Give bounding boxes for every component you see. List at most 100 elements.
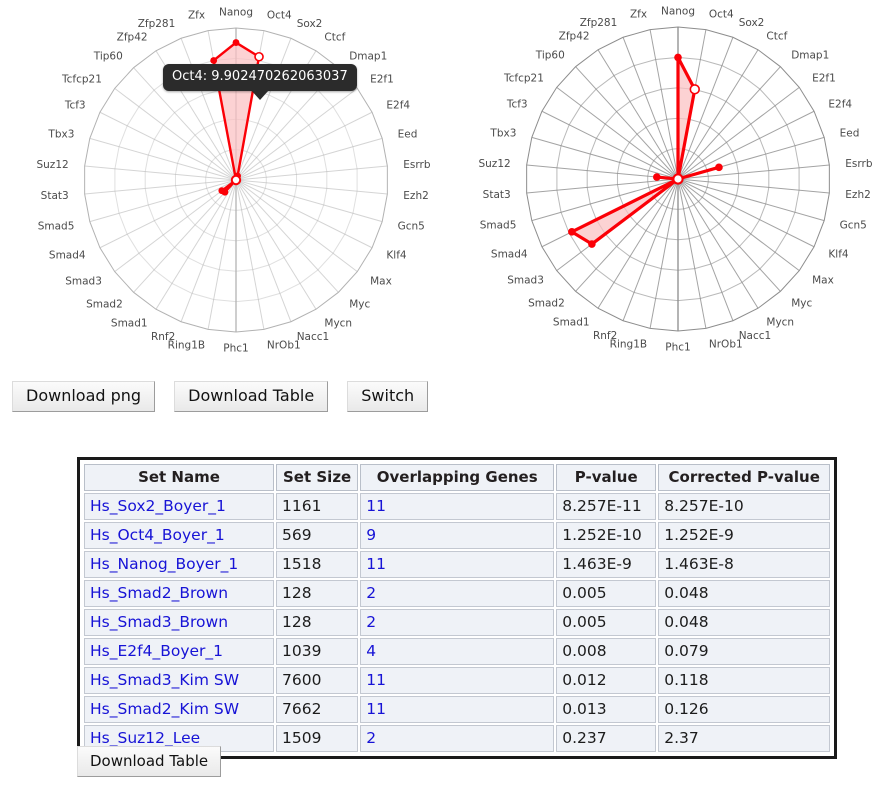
radar-data-point[interactable]: [674, 53, 682, 62]
radar-axis-label: Mycn: [766, 316, 794, 328]
radar-axis-label: Eed: [398, 129, 418, 141]
radar-data-point[interactable]: [568, 228, 576, 236]
radar-axis-label: Nanog: [661, 6, 695, 18]
column-header-set-size: Set Size: [276, 464, 359, 491]
cell-corrected-p-value: 0.118: [658, 667, 831, 694]
radar-axis-label: Max: [812, 275, 834, 287]
table-button-row: Download Table: [77, 746, 235, 777]
cell-p-value: 8.257E-11: [556, 493, 657, 520]
cell-overlapping-genes[interactable]: 11: [360, 493, 555, 520]
cell-set-size: 7662: [276, 696, 359, 723]
cell-p-value: 0.005: [556, 609, 657, 636]
cell-set-name[interactable]: Hs_Smad3_Brown: [84, 609, 274, 636]
radar-axis-label: Stat3: [483, 189, 511, 201]
radar-axis-label: Rnf2: [151, 331, 175, 343]
cell-set-size: 128: [276, 580, 359, 607]
radar-axis-label: Zfp281: [580, 17, 618, 29]
radar-chart-left[interactable]: Nanog Oct4 Sox2 Ctcf Dmap1 E2f1 E2f4 Eed Esrrb Ez…: [0, 0, 447, 372]
cell-p-value: 0.012: [556, 667, 657, 694]
download-table-button-bottom[interactable]: Download Table: [77, 746, 222, 777]
cell-set-name[interactable]: Hs_Smad2_Kim SW: [84, 696, 274, 723]
radar-axis-label: Esrrb: [845, 158, 873, 170]
table-row: Hs_Sox2_Boyer_1 1161 11 8.257E-11 8.257E-10: [84, 493, 831, 520]
cell-corrected-p-value: 0.048: [658, 609, 831, 636]
cell-set-name[interactable]: Hs_Sox2_Boyer_1: [84, 493, 274, 520]
cell-p-value: 1.252E-10: [556, 522, 657, 549]
cell-set-name[interactable]: Hs_Smad2_Brown: [84, 580, 274, 607]
radar-axis-label: E2f1: [812, 72, 836, 84]
radar-right-canvas[interactable]: Nanog Oct4 Sox2Ctcf Dmap1 E2f1 E2f4 Eed Esrrb Ez…: [447, 0, 894, 372]
radar-axis-label: Zfp281: [138, 18, 176, 30]
charts-row: Nanog Oct4 Sox2 Ctcf Dmap1 E2f1 E2f4 Eed Esrrb Ez…: [0, 0, 894, 372]
radar-axis-label: Smad2: [528, 298, 565, 310]
cell-overlapping-genes[interactable]: 11: [360, 696, 555, 723]
radar-axis-label: Ctcf: [324, 32, 345, 44]
cell-corrected-p-value: 1.252E-9: [658, 522, 831, 549]
cell-corrected-p-value: 2.37: [658, 725, 831, 752]
cell-overlapping-genes[interactable]: 2: [360, 609, 555, 636]
results-table: Set Name Set Size Overlapping Genes P-va…: [82, 462, 833, 754]
cell-overlapping-genes[interactable]: 11: [360, 551, 555, 578]
radar-axis-label: Smad4: [491, 248, 528, 260]
radar-axis-label: Klf4: [828, 248, 848, 260]
radar-axis-label: NrOb1: [709, 339, 743, 351]
radar-axis-label: Smad3: [65, 276, 102, 288]
radar-highlighted-point[interactable]: [689, 84, 700, 95]
radar-axis-label: Klf4: [386, 249, 406, 261]
radar-axis-label: Suz12: [478, 158, 510, 170]
radar-data-point[interactable]: [210, 57, 218, 64]
cell-overlapping-genes[interactable]: 11: [360, 667, 555, 694]
radar-axis-label: Myc: [791, 298, 812, 310]
cell-p-value: 0.005: [556, 580, 657, 607]
cell-p-value: 0.013: [556, 696, 657, 723]
cell-set-name[interactable]: Hs_E2f4_Boyer_1: [84, 638, 274, 665]
download-table-button-top[interactable]: Download Table: [174, 381, 329, 412]
cell-corrected-p-value: 8.257E-10: [658, 493, 831, 520]
cell-set-size: 7600: [276, 667, 359, 694]
cell-overlapping-genes[interactable]: 2: [360, 725, 555, 752]
radar-axis-label: Gcn5: [840, 220, 867, 232]
cell-set-name[interactable]: Hs_Oct4_Boyer_1: [84, 522, 274, 549]
cell-overlapping-genes[interactable]: 2: [360, 580, 555, 607]
radar-data-point[interactable]: [715, 163, 723, 172]
radar-axis-label: Tcfcp21: [61, 73, 102, 85]
chart-button-row: Download png Download Table Switch: [12, 381, 442, 412]
radar-data-point[interactable]: [588, 240, 596, 248]
radar-axis-label: Mycn: [324, 317, 352, 329]
download-png-button[interactable]: Download png: [12, 381, 156, 412]
radar-highlighted-point[interactable]: [254, 51, 264, 62]
radar-axis-label: E2f4: [828, 99, 852, 111]
radar-axis-label: Sox2: [739, 17, 765, 29]
radar-axis-label: Sox2: [297, 18, 323, 30]
table-row: Hs_Oct4_Boyer_1 569 9 1.252E-10 1.252E-9: [84, 522, 831, 549]
radar-data-point[interactable]: [653, 173, 661, 181]
table-row: Hs_Smad2_Brown 128 2 0.005 0.048: [84, 580, 831, 607]
radar-axis-label: Eed: [840, 128, 860, 140]
radar-axis-label: Smad5: [480, 220, 517, 232]
cell-set-name[interactable]: Hs_Nanog_Boyer_1: [84, 551, 274, 578]
radar-chart-right[interactable]: Nanog Oct4 Sox2 Ctcf Dmap1 E2f1 E2f4 Eed Esrrb Ez…: [447, 0, 894, 372]
column-header-corrected-p-value: Corrected P-value: [658, 464, 831, 491]
radar-axis-label: Smad5: [38, 221, 75, 233]
radar-data-point[interactable]: [232, 39, 240, 46]
radar-axis-label: Rnf2: [593, 330, 617, 342]
radar-axis-label: Smad3: [507, 275, 544, 287]
cell-overlapping-genes[interactable]: 4: [360, 638, 555, 665]
cell-p-value: 0.008: [556, 638, 657, 665]
radar-axis-label: Stat3: [41, 190, 69, 202]
cell-overlapping-genes[interactable]: 9: [360, 522, 555, 549]
table-row: Hs_Nanog_Boyer_1 1518 11 1.463E-9 1.463E-8: [84, 551, 831, 578]
radar-left-canvas[interactable]: Nanog Oct4 Sox2Ctcf Dmap1 E2f1 E2f4 Eed Esrrb Ez…: [0, 0, 447, 372]
column-header-set-name: Set Name: [84, 464, 274, 491]
radar-axis-label: Tcf3: [64, 100, 86, 112]
radar-axis-label: E2f4: [386, 100, 410, 112]
radar-left-tooltip: Oct4: 9.902470262063037: [163, 64, 357, 100]
radar-axis-label: Nacc1: [297, 331, 330, 343]
switch-button[interactable]: Switch: [347, 381, 429, 412]
radar-axis-label: Ezh2: [403, 190, 428, 202]
radar-axis-label: Tbx3: [47, 129, 74, 141]
cell-set-size: 1039: [276, 638, 359, 665]
cell-set-size: 1161: [276, 493, 359, 520]
radar-data-point[interactable]: [218, 187, 226, 195]
cell-set-name[interactable]: Hs_Smad3_Kim SW: [84, 667, 274, 694]
